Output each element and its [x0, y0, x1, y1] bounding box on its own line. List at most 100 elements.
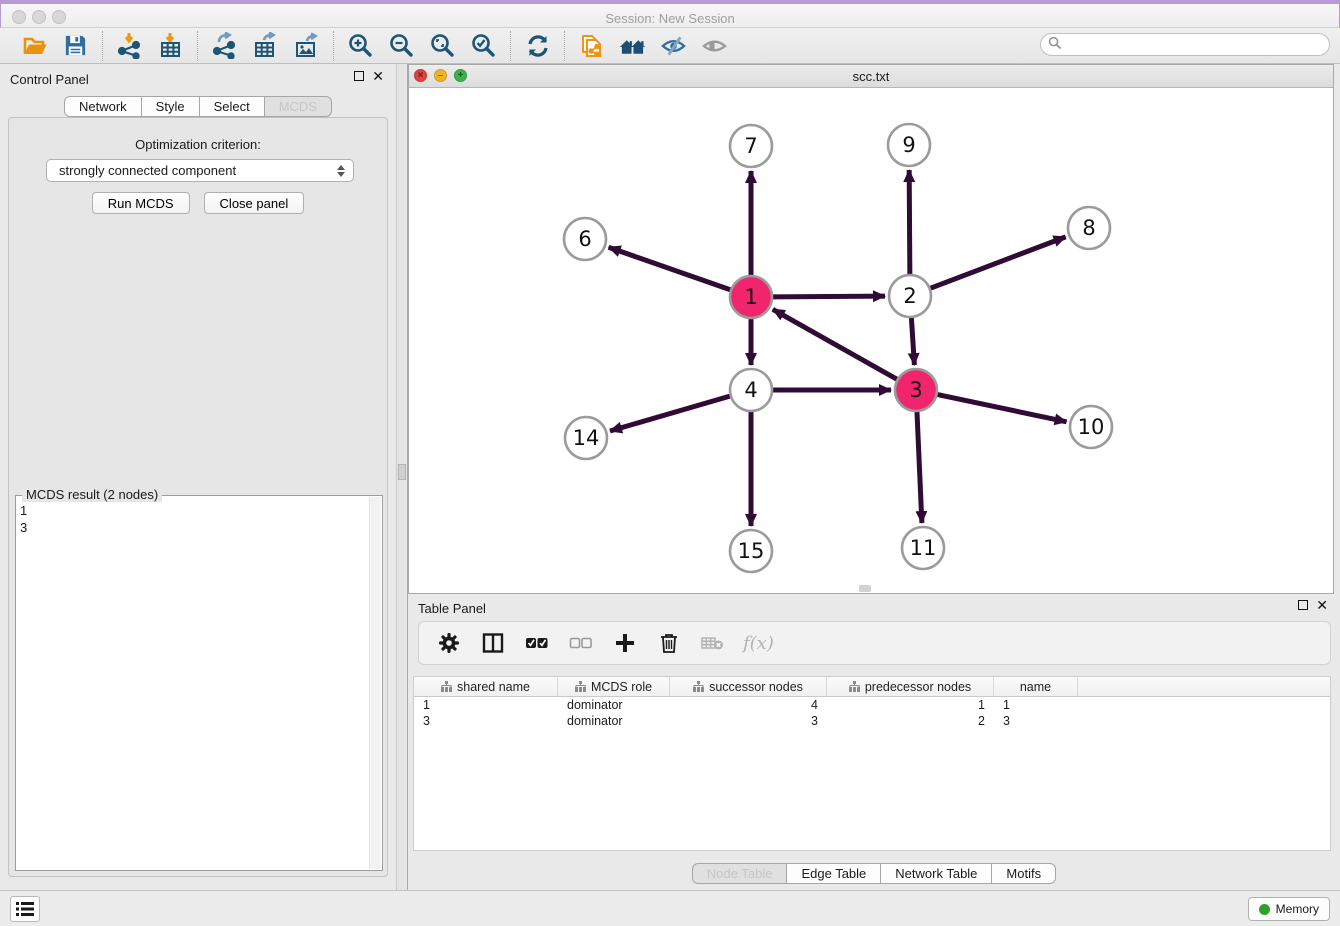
save-session-icon[interactable] [62, 32, 89, 59]
split-column-icon[interactable] [479, 630, 506, 657]
main-toolbar [0, 28, 1340, 64]
graph-edge-2-3[interactable] [911, 318, 914, 365]
graph-node-label-6: 6 [578, 227, 591, 251]
memory-status-icon [1259, 904, 1270, 915]
search-input[interactable] [1040, 33, 1330, 56]
delete-icon[interactable] [655, 630, 682, 657]
graph-node-label-2: 2 [903, 284, 916, 308]
dropdown-value: strongly connected component [59, 163, 334, 178]
graph-node-label-10: 10 [1078, 415, 1105, 439]
sort-icon [693, 681, 704, 692]
mcds-panel-body: Optimization criterion: strongly connect… [8, 117, 388, 877]
eye-icon[interactable] [701, 32, 728, 59]
table-header-row: shared name MCDS role successor nodes pr… [414, 677, 1330, 697]
export-image-icon[interactable] [293, 32, 320, 59]
tab-select[interactable]: Select [200, 96, 265, 117]
graph-node-label-3: 3 [909, 378, 922, 402]
window-titlebar: Session: New Session [0, 0, 1340, 28]
graph-edge-1-2[interactable] [773, 296, 885, 297]
col-name[interactable]: name [994, 677, 1078, 696]
status-bar: Memory [0, 890, 1340, 926]
close-panel-button[interactable]: Close panel [204, 192, 305, 214]
table-toolbar: f(x) [418, 621, 1331, 665]
clone-network-icon[interactable] [578, 32, 605, 59]
graph-edge-1-6[interactable] [609, 247, 731, 289]
function-icon: f(x) [743, 633, 774, 654]
canvas-hscroll-thumb[interactable] [859, 585, 871, 592]
destroy-table-icon [699, 630, 726, 657]
memory-button[interactable]: Memory [1248, 897, 1330, 921]
sort-icon [849, 681, 860, 692]
mcds-result-title: MCDS result (2 nodes) [22, 487, 162, 502]
network-window-titlebar: × – + scc.txt [409, 65, 1333, 88]
export-table-icon[interactable] [252, 32, 279, 59]
divider-grip[interactable] [398, 464, 406, 480]
graph-edge-2-9[interactable] [909, 170, 910, 274]
select-all-icon[interactable] [523, 630, 550, 657]
task-history-button[interactable] [10, 896, 40, 922]
optimization-criterion-label: Optimization criterion: [9, 137, 387, 152]
graph-edge-3-11[interactable] [917, 412, 922, 523]
tab-motifs[interactable]: Motifs [992, 863, 1056, 884]
memory-label: Memory [1276, 902, 1319, 916]
control-panel-title: Control Panel [10, 72, 89, 87]
close-panel-icon[interactable]: ✕ [372, 71, 384, 81]
graph-node-label-7: 7 [744, 134, 757, 158]
home-icon[interactable] [619, 32, 646, 59]
graph-edge-3-1[interactable] [773, 309, 897, 379]
tab-node-table[interactable]: Node Table [692, 863, 788, 884]
network-canvas[interactable]: 7968124314101511 [409, 88, 1333, 593]
import-table-icon[interactable] [157, 32, 184, 59]
table-panel-title: Table Panel [418, 601, 486, 616]
zoom-fit-icon[interactable] [429, 32, 456, 59]
tab-mcds[interactable]: MCDS [265, 96, 332, 117]
graph-edge-3-10[interactable] [938, 395, 1067, 422]
table-row[interactable]: 1 dominator 4 1 1 [414, 697, 1330, 713]
float-panel-icon[interactable] [354, 71, 364, 81]
optimization-criterion-select[interactable]: strongly connected component [46, 159, 354, 182]
mcds-result-box: MCDS result (2 nodes) 13 [15, 495, 383, 871]
dropdown-stepper-icon [334, 162, 347, 179]
import-network-icon[interactable] [116, 32, 143, 59]
graph-node-label-1: 1 [744, 285, 757, 309]
zoom-in-icon[interactable] [347, 32, 374, 59]
col-shared-name[interactable]: shared name [414, 677, 558, 696]
export-network-icon[interactable] [211, 32, 238, 59]
tab-edge-table[interactable]: Edge Table [787, 863, 881, 884]
tab-network[interactable]: Network [64, 96, 142, 117]
control-panel-tabs: Network Style Select MCDS [0, 96, 396, 117]
graph-node-label-11: 11 [910, 536, 937, 560]
graph-edge-2-8[interactable] [931, 237, 1066, 288]
graph-node-label-15: 15 [738, 539, 765, 563]
network-graph[interactable]: 7968124314101511 [409, 88, 1333, 593]
gear-icon[interactable] [435, 630, 462, 657]
col-successor-nodes[interactable]: successor nodes [670, 677, 827, 696]
network-window-title: scc.txt [409, 69, 1333, 84]
deselect-all-icon[interactable] [567, 630, 594, 657]
tab-network-table[interactable]: Network Table [881, 863, 992, 884]
add-column-icon[interactable] [611, 630, 638, 657]
window-title: Session: New Session [1, 11, 1339, 26]
col-predecessor-nodes[interactable]: predecessor nodes [827, 677, 994, 696]
result-scrollbar[interactable] [369, 497, 381, 869]
sort-icon [441, 681, 452, 692]
col-mcds-role[interactable]: MCDS role [558, 677, 670, 696]
run-mcds-button[interactable]: Run MCDS [92, 192, 190, 214]
refresh-icon[interactable] [524, 32, 551, 59]
graph-node-label-9: 9 [902, 133, 915, 157]
node-table[interactable]: shared name MCDS role successor nodes pr… [413, 676, 1331, 851]
split-divider[interactable] [396, 64, 408, 890]
table-row[interactable]: 3 dominator 3 2 3 [414, 713, 1330, 729]
graph-node-label-4: 4 [744, 378, 757, 402]
float-table-panel-icon[interactable] [1298, 600, 1308, 610]
table-panel: Table Panel ✕ f(x) shar [408, 595, 1340, 890]
close-table-panel-icon[interactable]: ✕ [1316, 600, 1328, 610]
search-icon [1048, 36, 1062, 53]
open-session-icon[interactable] [21, 32, 48, 59]
tab-style[interactable]: Style [142, 96, 200, 117]
hide-eye-icon[interactable] [660, 32, 687, 59]
graph-edge-4-14[interactable] [610, 396, 730, 431]
zoom-out-icon[interactable] [388, 32, 415, 59]
zoom-selected-icon[interactable] [470, 32, 497, 59]
list-icon [16, 902, 34, 916]
